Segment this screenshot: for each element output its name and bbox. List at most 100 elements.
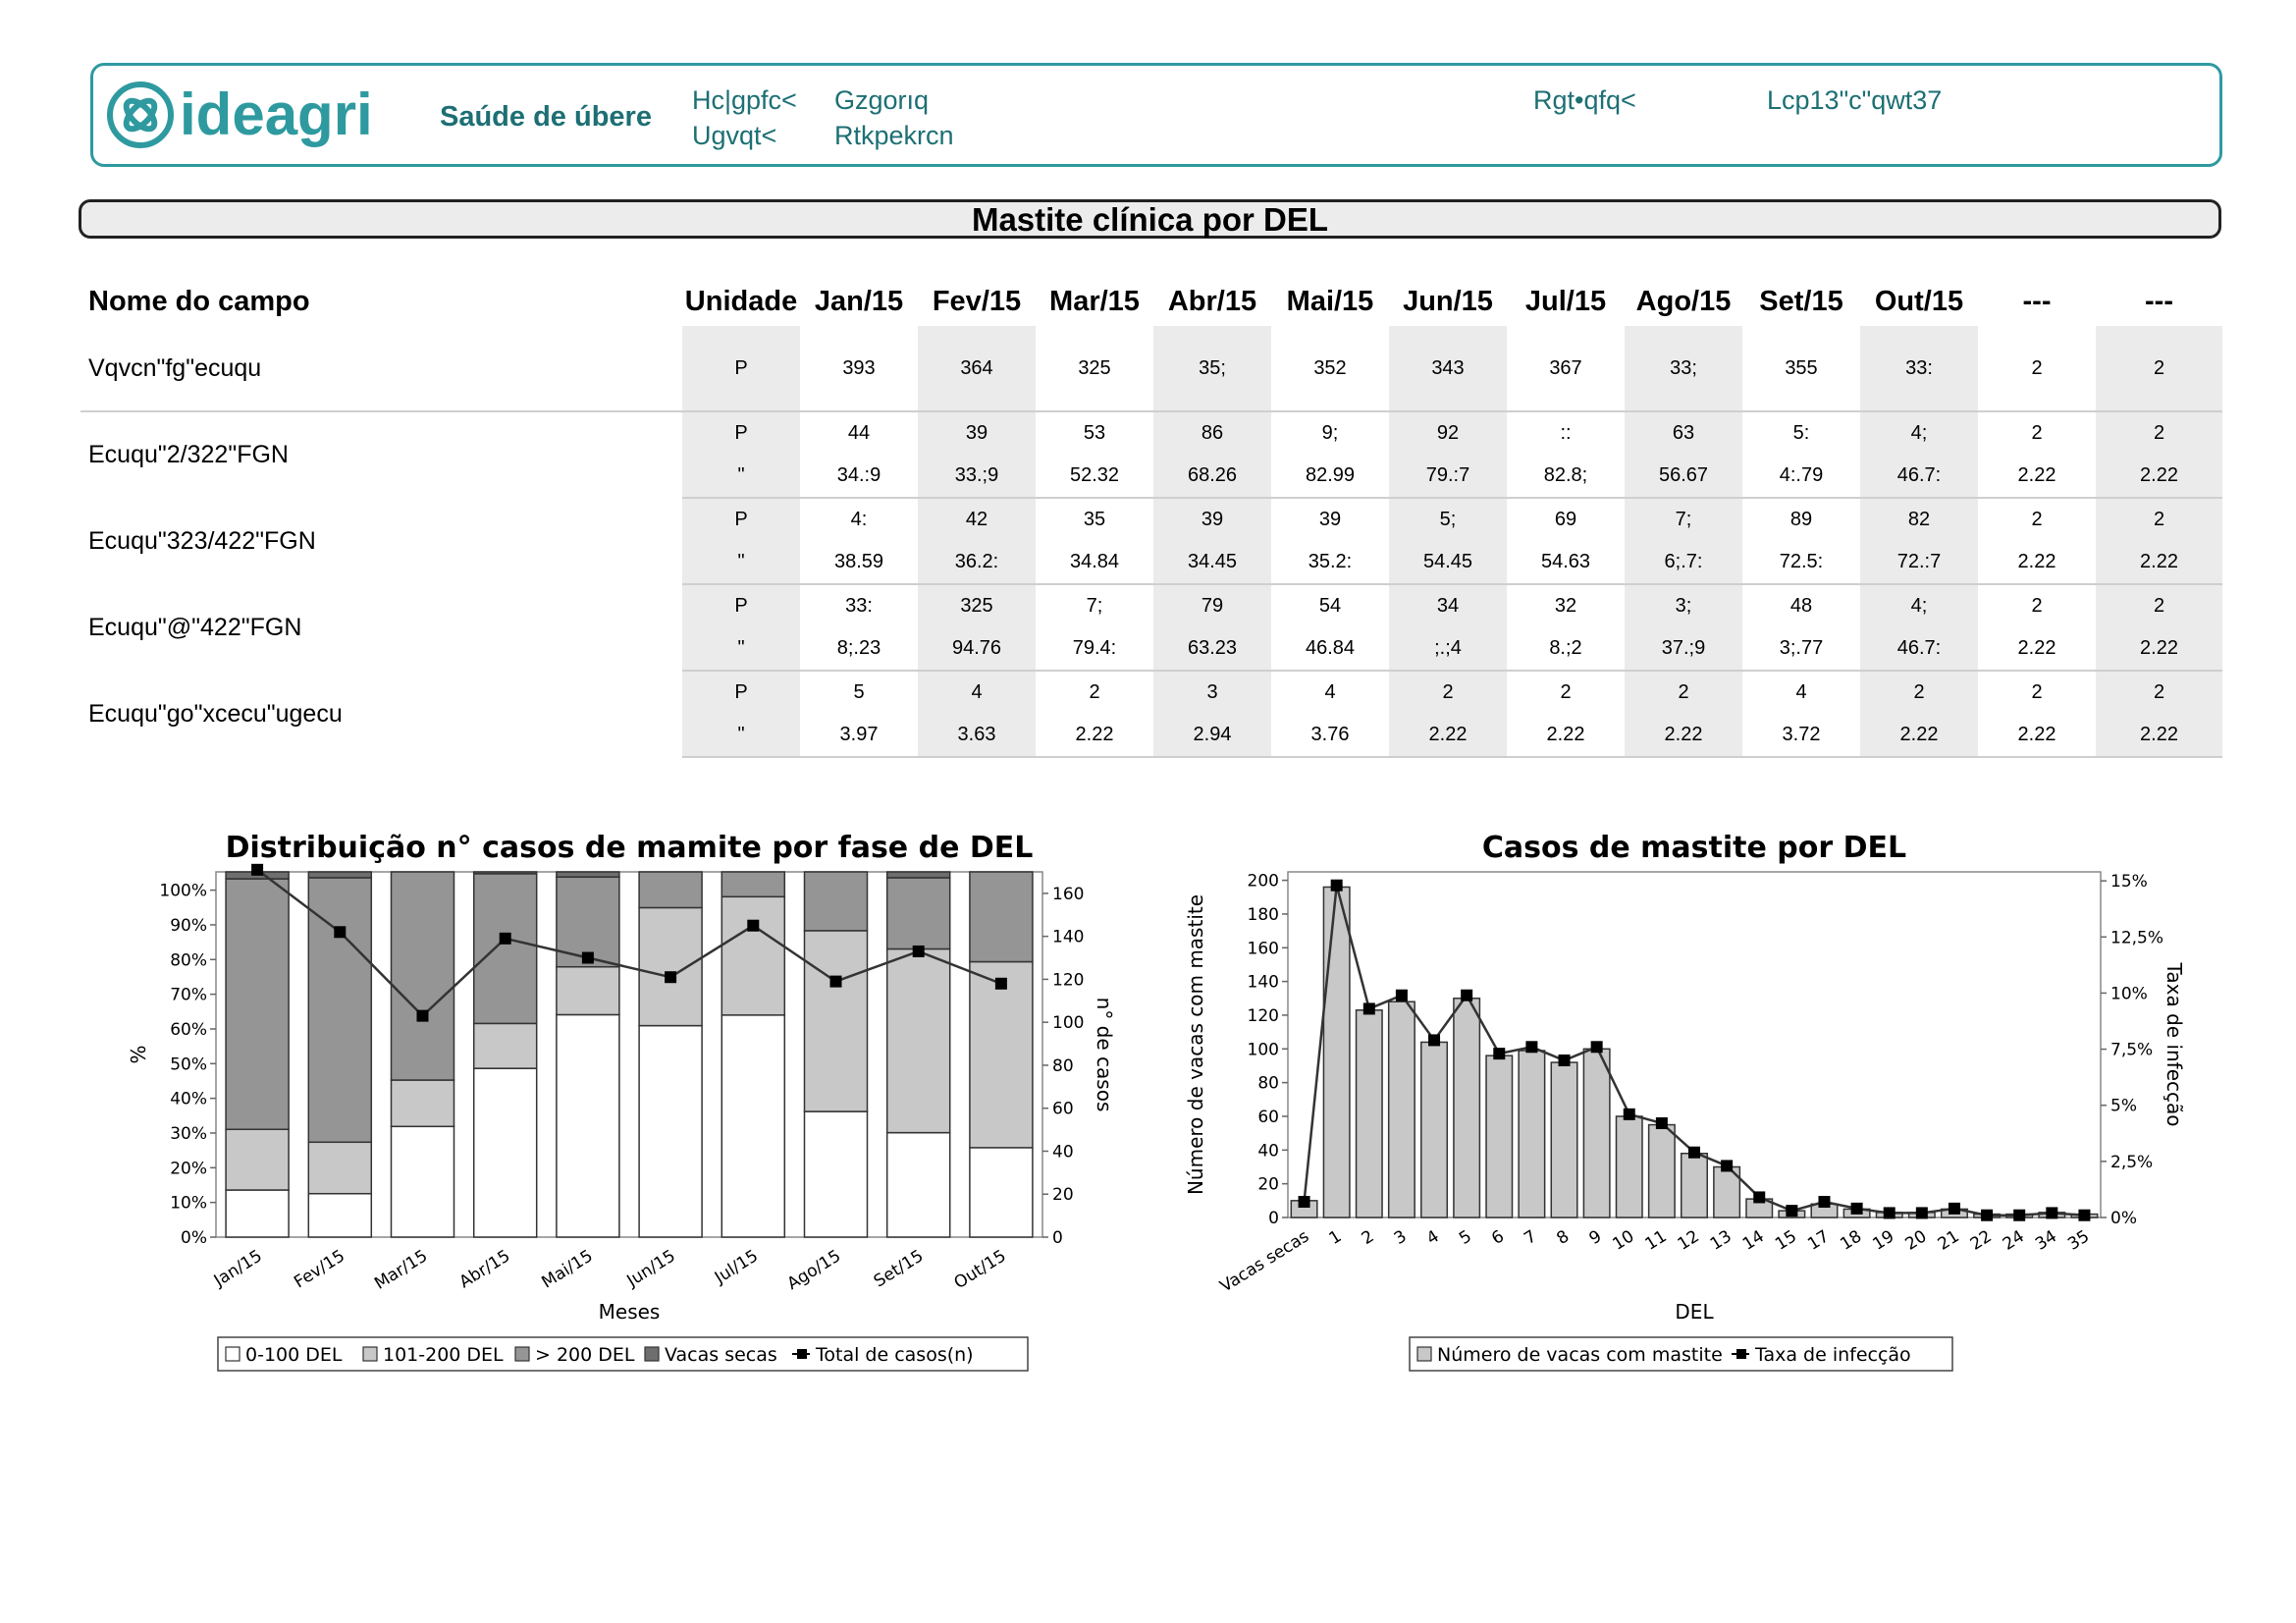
legend-label: 101-200 DEL [383, 1344, 504, 1366]
y-tick-label: 60% [170, 1020, 207, 1040]
y-tick-label: 70% [170, 986, 207, 1005]
y2-tick-label: 80 [1052, 1056, 1074, 1076]
x-tick-label: 10 [1609, 1226, 1637, 1254]
y-tick-label: 20% [170, 1159, 207, 1178]
line-marker [1948, 1202, 1960, 1215]
line-marker [1786, 1205, 1798, 1217]
y2-axis-label: n° de casos [1093, 998, 1116, 1112]
chart-legend: 0-100 DEL 101-200 DEL > 200 DEL Vacas secas… [217, 1336, 1029, 1372]
line-marker [1753, 1191, 1766, 1204]
bar-segment [803, 1110, 869, 1238]
y-tick-label: 10% [170, 1194, 207, 1214]
bar-segment [1387, 1001, 1415, 1218]
y2-axis-label: Taxa de infecção [2163, 961, 2186, 1126]
line-marker [1655, 1117, 1668, 1129]
bar-segment [1322, 886, 1351, 1218]
x-tick-label: Ago/15 [784, 1246, 845, 1294]
line-marker [1981, 1209, 1994, 1221]
bar-segment [721, 871, 786, 898]
line-marker [581, 951, 594, 964]
legend-swatch [514, 1346, 530, 1362]
y-tick-label: 180 [1248, 905, 1279, 925]
line-marker [1493, 1048, 1506, 1060]
legend-line-marker [1736, 1349, 1746, 1359]
x-tick-label: Abr/15 [456, 1246, 514, 1292]
y2-tick-label: 2,5% [2110, 1153, 2153, 1172]
bar-segment [390, 1125, 455, 1238]
bar-segment [1550, 1061, 1578, 1218]
x-axis-label: DEL [1675, 1300, 1714, 1324]
y-tick-label: 50% [170, 1055, 207, 1074]
bar-segment [803, 930, 869, 1112]
chart-del-phase-distribution: Distribuição n° casos de mamite por fase… [127, 831, 1116, 1372]
y-tick-label: 140 [1248, 973, 1279, 993]
line-marker [251, 863, 264, 876]
y-tick-label: 20 [1257, 1175, 1279, 1195]
legend-label: Número de vacas com mastite [1437, 1344, 1723, 1366]
legend-swatch [1416, 1346, 1432, 1362]
legend-line-marker [797, 1349, 807, 1359]
legend-swatch [644, 1346, 660, 1362]
x-tick-label: 5 [1456, 1226, 1475, 1249]
line-marker [499, 932, 511, 945]
legend-label: Vacas secas [665, 1344, 777, 1366]
line-marker [1330, 879, 1343, 892]
bar-segment [225, 1189, 290, 1238]
bar-segment [472, 1022, 538, 1069]
bar-segment [307, 871, 373, 879]
x-tick-label: Jul/15 [711, 1246, 762, 1288]
chart-cases-by-del: Casos de mastite por DEL0204060801001201… [1184, 831, 2186, 1372]
x-axis-label: Meses [599, 1300, 661, 1324]
bar-segment [885, 871, 951, 879]
line-marker [1915, 1207, 1928, 1219]
y-tick-label: 30% [170, 1124, 207, 1144]
y-tick-label: 80 [1257, 1074, 1279, 1094]
line-marker [1883, 1207, 1896, 1219]
y2-tick-label: 10% [2110, 984, 2148, 1003]
x-tick-label: Vacas secas [1217, 1226, 1313, 1296]
y-tick-label: 100% [159, 882, 207, 901]
bar-segment [1485, 1055, 1514, 1218]
x-tick-label: 24 [2000, 1226, 2028, 1254]
x-tick-label: 35 [2064, 1226, 2093, 1254]
line-marker [416, 1009, 429, 1022]
bar-segment [307, 1141, 373, 1195]
legend-swatch [362, 1346, 378, 1362]
x-tick-label: Fev/15 [291, 1246, 348, 1292]
y-tick-label: 0% [181, 1228, 207, 1248]
bar-segment [472, 1067, 538, 1238]
line-marker [1428, 1034, 1441, 1047]
y2-tick-label: 0% [2110, 1209, 2137, 1228]
x-tick-label: 21 [1935, 1226, 1963, 1254]
y-tick-label: 40 [1257, 1141, 1279, 1161]
bar-segment [969, 1147, 1034, 1238]
line-marker [912, 945, 925, 957]
chart-title: Casos de mastite por DEL [1482, 831, 1906, 865]
bar-segment [307, 877, 373, 1144]
line-marker [665, 971, 677, 984]
x-tick-label: 19 [1869, 1226, 1897, 1254]
x-tick-label: 3 [1391, 1226, 1411, 1249]
bar-segment [1355, 1009, 1383, 1218]
x-tick-label: 8 [1553, 1226, 1573, 1249]
line-marker [2013, 1209, 2026, 1221]
line-marker [2046, 1207, 2058, 1219]
line-marker [1590, 1041, 1603, 1054]
legend-label: Total de casos(n) [815, 1344, 974, 1366]
y2-tick-label: 20 [1052, 1185, 1074, 1205]
charts-layer: Distribuição n° casos de mamite por fase… [127, 831, 2186, 1372]
bar-segment [969, 871, 1034, 963]
bar-segment [638, 871, 703, 909]
chart-title: Distribuição n° casos de mamite por fase… [226, 831, 1034, 865]
line-marker [994, 977, 1007, 990]
y-tick-label: 100 [1248, 1040, 1279, 1059]
bar-segment [803, 871, 869, 932]
line-marker [1623, 1108, 1635, 1120]
legend-label: 0-100 DEL [245, 1344, 343, 1366]
x-tick-label: 15 [1772, 1226, 1800, 1254]
bar-segment [885, 877, 951, 950]
x-tick-label: 14 [1739, 1226, 1768, 1254]
y-tick-label: 200 [1248, 872, 1279, 892]
bar-segment [472, 873, 538, 1025]
y-tick-label: 120 [1248, 1006, 1279, 1026]
